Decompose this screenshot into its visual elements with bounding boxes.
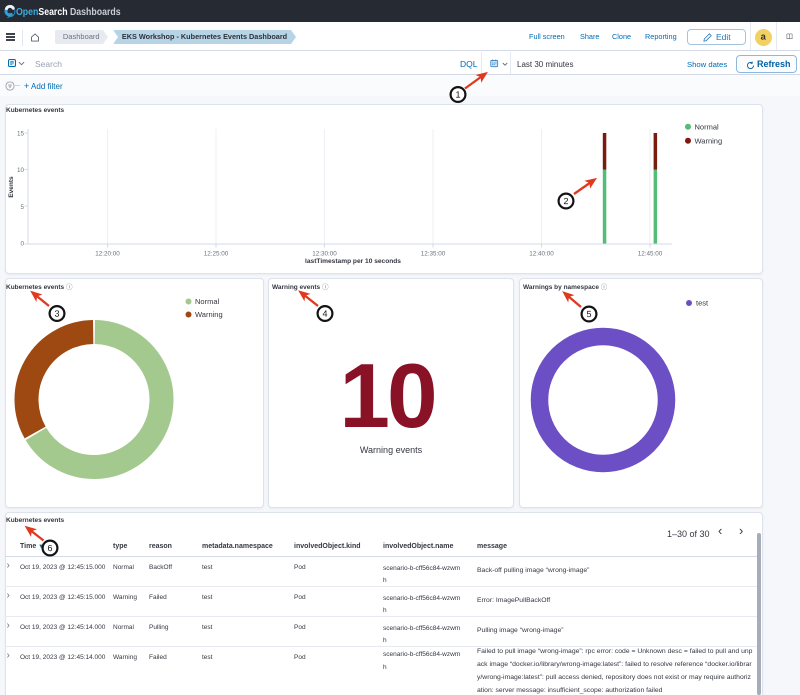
svg-text:Warning: Warning [695,137,723,146]
svg-text:5: 5 [20,204,24,211]
svg-text:12:30:00: 12:30:00 [312,251,337,258]
svg-text:12:40:00: 12:40:00 [529,251,554,258]
svg-text:12:20:00: 12:20:00 [95,251,120,258]
svg-text:12:25:00: 12:25:00 [204,251,229,258]
svg-text:lastTimestamp per 10 seconds: lastTimestamp per 10 seconds [305,258,401,265]
svg-text:10: 10 [17,167,25,174]
svg-text:Events: Events [8,176,15,198]
svg-text:0: 0 [20,241,24,248]
svg-text:Normal: Normal [195,297,220,306]
svg-text:Normal: Normal [695,123,720,132]
svg-text:12:35:00: 12:35:00 [421,251,446,258]
svg-text:test: test [696,299,709,308]
svg-text:Warning: Warning [195,310,223,319]
svg-text:12:45:00: 12:45:00 [638,251,663,258]
svg-text:15: 15 [17,131,25,138]
